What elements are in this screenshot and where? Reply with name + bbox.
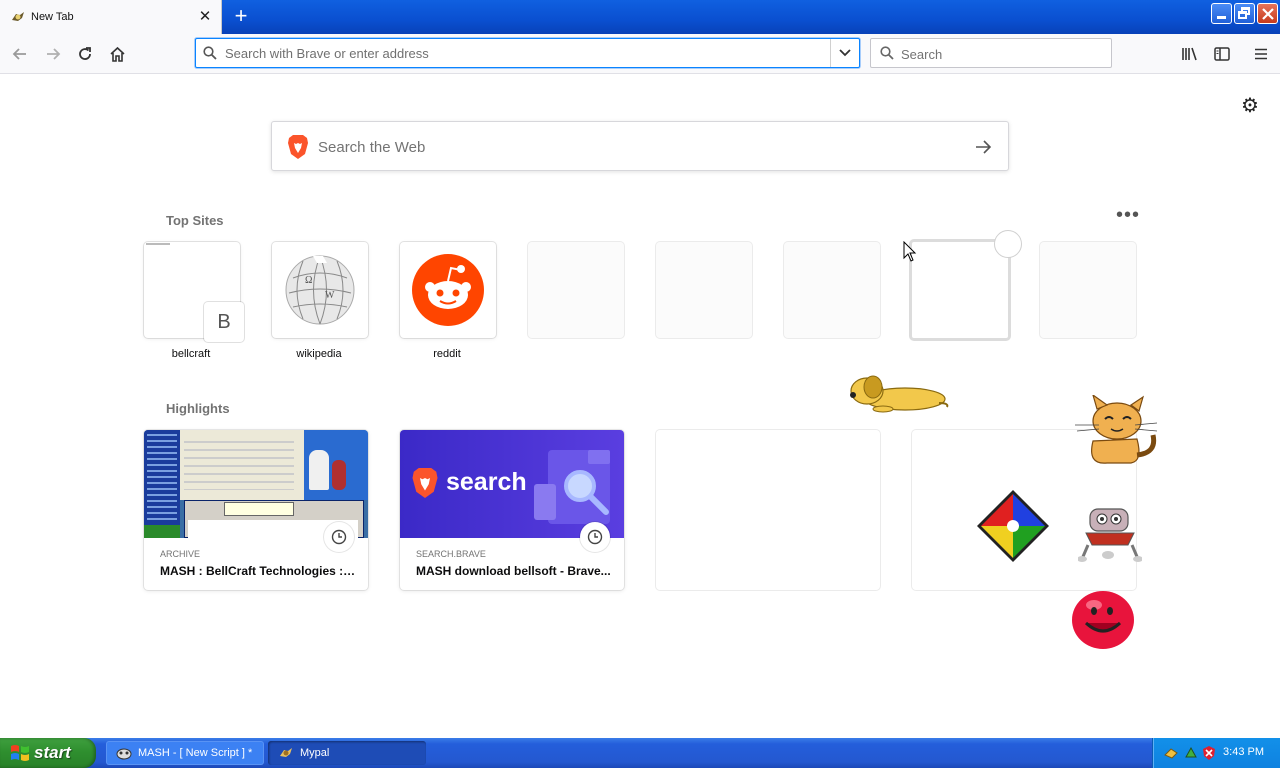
top-site-label: wikipedia	[296, 348, 342, 360]
home-button[interactable]	[105, 42, 129, 66]
cat-character-icon	[1075, 395, 1158, 464]
brave-lion-icon	[288, 135, 308, 159]
top-site-label: reddit	[433, 348, 461, 360]
reload-icon	[79, 47, 91, 60]
highlight-card-brave-search[interactable]: search SEARCH.BRAVE MASH download bellso…	[400, 430, 624, 590]
library-button[interactable]	[1178, 42, 1202, 66]
mypal-app-icon	[280, 748, 292, 757]
highlight-card-archive[interactable]: ARCHIVE MASH : BellCraft Technologies : …	[144, 430, 368, 590]
dog-character-icon	[850, 375, 949, 413]
top-site-empty[interactable]	[656, 242, 752, 338]
address-dropdown-button[interactable]	[830, 39, 859, 67]
forward-arrow-icon	[47, 48, 61, 60]
taskbar: start MASH - [ New Script ] * Mypal 3:43…	[0, 738, 1280, 768]
network-tray-icon[interactable]	[1183, 745, 1199, 761]
tab-title: New Tab	[31, 11, 74, 23]
top-site-empty[interactable]	[1040, 242, 1136, 338]
back-arrow-icon	[12, 48, 26, 60]
clock-icon	[580, 522, 610, 552]
address-input[interactable]	[225, 43, 825, 63]
clock-icon	[324, 522, 354, 552]
system-tray: 3:43 PM	[1152, 738, 1280, 768]
top-site-reddit[interactable]	[400, 242, 496, 338]
puzzle-diamond-icon	[977, 490, 1049, 562]
taskbar-item-mypal[interactable]: Mypal	[268, 741, 426, 765]
forward-button[interactable]	[41, 42, 65, 66]
mouse-cursor-icon	[903, 241, 917, 262]
web-search-input[interactable]	[318, 136, 938, 158]
top-site-label: bellcraft	[171, 348, 211, 360]
window-close-button[interactable]	[1257, 3, 1278, 24]
highlight-source: ARCHIVE	[160, 549, 201, 559]
search-bar[interactable]	[870, 38, 1112, 68]
top-site-empty[interactable]	[528, 242, 624, 338]
svg-text:Ω: Ω	[305, 275, 312, 286]
more-options-icon[interactable]: •••	[1116, 205, 1140, 227]
web-search-box[interactable]	[271, 121, 1009, 171]
taskbar-item-label: MASH - [ New Script ] *	[138, 747, 253, 759]
brave-lion-icon	[412, 468, 438, 498]
security-shield-icon[interactable]	[1201, 745, 1217, 761]
highlight-title: MASH download bellsoft - Brave...	[416, 564, 611, 578]
chevron-down-icon	[839, 49, 851, 57]
tile-context-button[interactable]	[994, 230, 1022, 258]
search-icon	[203, 46, 217, 60]
mash-app-icon	[116, 748, 132, 760]
address-bar[interactable]	[195, 38, 860, 68]
highlight-title: MASH : BellCraft Technologies : ...	[160, 564, 356, 578]
top-sites-heading: Top Sites	[166, 213, 224, 228]
title-bar: New Tab ✕ +	[0, 0, 1280, 34]
menu-button[interactable]	[1249, 42, 1273, 66]
top-site-empty[interactable]	[784, 242, 880, 338]
reddit-logo-icon	[412, 254, 484, 326]
wikipedia-globe-icon: Ω W	[285, 255, 355, 325]
restore-button[interactable]	[1234, 3, 1255, 24]
taskbar-item-label: Mypal	[300, 747, 330, 759]
highlights-heading: Highlights	[166, 401, 230, 416]
site-letter-badge: B	[204, 302, 244, 342]
gear-icon[interactable]: ⚙	[1238, 93, 1262, 117]
robot-character-icon	[1078, 508, 1142, 562]
magnifier-graphic-icon	[564, 470, 609, 515]
tab-new-tab[interactable]: New Tab ✕	[0, 0, 222, 34]
sidebar-button[interactable]	[1210, 42, 1234, 66]
home-icon	[109, 46, 125, 62]
mypal-favicon-icon	[12, 12, 24, 21]
windows-logo-icon	[11, 745, 29, 761]
smiley-ball-icon	[1072, 591, 1134, 649]
library-icon	[1182, 47, 1197, 61]
highlight-source: SEARCH.BRAVE	[416, 549, 486, 559]
start-label: start	[34, 743, 71, 762]
top-site-wikipedia[interactable]: Ω W	[272, 242, 368, 338]
svg-text:W: W	[325, 290, 335, 301]
new-tab-page: ⚙ Top Sites ••• B bellcraft Ω W wikipedi…	[0, 75, 1280, 738]
taskbar-item-mash[interactable]: MASH - [ New Script ] *	[106, 741, 264, 765]
hamburger-menu-icon	[1255, 48, 1267, 60]
top-site-bellcraft[interactable]: B	[144, 242, 244, 342]
back-button[interactable]	[8, 42, 32, 66]
highlight-card-empty	[656, 430, 880, 590]
sidebar-icon	[1214, 47, 1230, 61]
reload-button[interactable]	[73, 42, 97, 66]
clock-text: 3:43 PM	[1223, 746, 1264, 758]
search-input[interactable]	[901, 44, 1101, 64]
arrow-right-icon[interactable]	[972, 136, 994, 158]
agent-tray-icon[interactable]	[1163, 745, 1179, 761]
search-icon	[880, 46, 894, 60]
minimize-button[interactable]	[1211, 3, 1232, 24]
plus-icon[interactable]: +	[230, 5, 252, 28]
navigation-toolbar	[0, 34, 1280, 74]
close-icon[interactable]: ✕	[197, 9, 213, 25]
search-wordmark: search	[446, 468, 527, 496]
top-site-empty-hovered[interactable]	[909, 239, 1011, 341]
start-button[interactable]: start	[0, 738, 96, 768]
